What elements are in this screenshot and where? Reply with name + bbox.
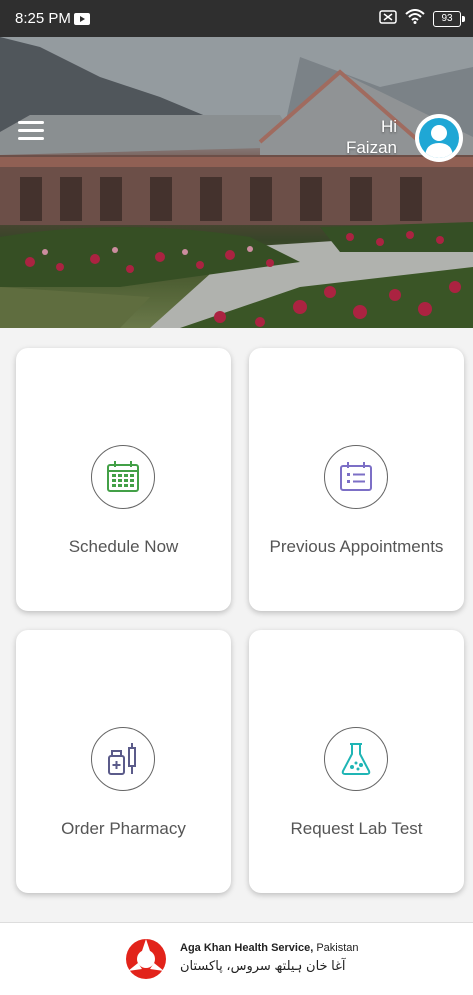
card-label: Request Lab Test	[290, 819, 423, 838]
card-label: Previous Appointments	[269, 537, 444, 556]
no-sim-icon	[379, 9, 397, 29]
services-grid: Schedule Now Previous Appointments Order…	[0, 328, 473, 922]
brand-name: Aga Khan Health Service, Pakistan	[180, 942, 359, 954]
wifi-icon	[405, 9, 425, 29]
video-notification-icon	[74, 12, 90, 30]
card-label: Order Pharmacy	[61, 819, 186, 838]
hamburger-icon	[18, 121, 44, 124]
card-label: Schedule Now	[68, 537, 179, 556]
order-pharmacy-card[interactable]: Order Pharmacy	[16, 630, 231, 893]
previous-appointments-card[interactable]: Previous Appointments	[249, 348, 464, 611]
user-avatar-icon	[419, 118, 459, 158]
request-lab-test-card[interactable]: Request Lab Test	[249, 630, 464, 893]
lab-flask-icon	[341, 743, 371, 775]
aga-khan-logo-icon	[126, 939, 166, 979]
greeting-text: Hi	[380, 117, 397, 136]
brand-urdu: آغا خان ہیلتھ سروس، پاکستان	[180, 958, 346, 973]
user-name: Faizan	[345, 138, 397, 157]
status-time: 8:25 PM	[15, 10, 71, 27]
menu-button[interactable]	[18, 121, 44, 141]
hospital-photo	[0, 37, 473, 328]
appointment-list-icon	[340, 462, 372, 491]
footer-brand: Aga Khan Health Service, Pakistan آغا خا…	[0, 922, 473, 995]
user-greeting: Hi Faizan	[346, 116, 397, 158]
status-bar: 8:25 PM 93	[0, 0, 473, 37]
battery-indicator: 93	[433, 11, 465, 27]
profile-avatar-button[interactable]	[415, 114, 463, 162]
hero-banner: Hi Faizan	[0, 37, 473, 328]
schedule-now-card[interactable]: Schedule Now	[16, 348, 231, 611]
calendar-icon	[107, 461, 139, 492]
pharmacy-icon	[108, 743, 136, 775]
